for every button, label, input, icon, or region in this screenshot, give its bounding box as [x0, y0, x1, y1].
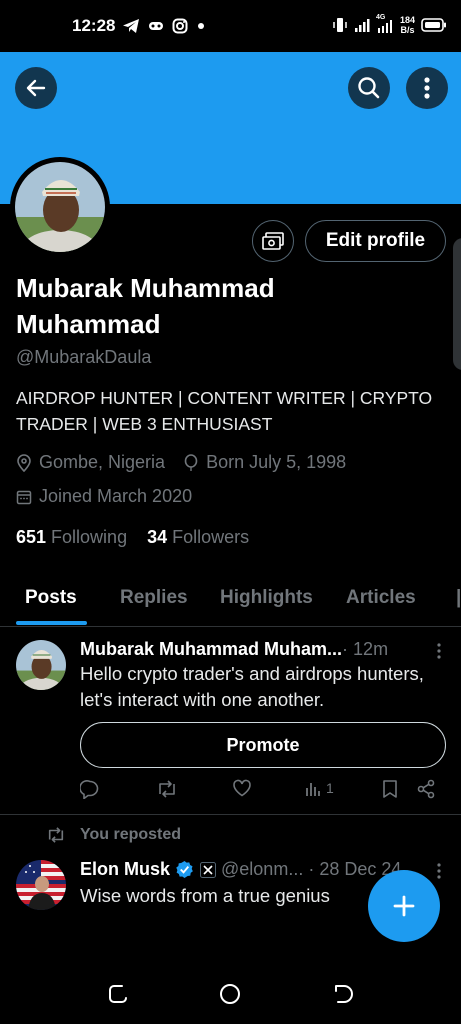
dot-icon — [198, 23, 204, 29]
share-icon — [417, 779, 435, 799]
repost-header: Elon Musk @elonm... · 28 Dec 24 — [80, 859, 401, 880]
post-avatar[interactable] — [16, 640, 66, 690]
balloon-icon — [184, 453, 198, 471]
birthday-item: Born July 5, 1998 — [183, 452, 346, 473]
status-bar: 12:28 4G 184 B/s — [0, 0, 461, 52]
repost-label: You reposted — [80, 826, 182, 843]
bookmark-icon — [383, 780, 397, 798]
repost-button[interactable] — [156, 779, 178, 799]
avatar-photo — [15, 162, 105, 252]
followers-label: Followers — [172, 527, 250, 547]
repost-icon — [48, 827, 64, 843]
more-vertical-icon — [424, 77, 430, 99]
views-button[interactable]: 1 — [305, 779, 334, 797]
arrow-left-icon — [26, 79, 46, 97]
post-divider — [0, 814, 461, 815]
battery-icon — [421, 18, 446, 32]
profile-name: Mubarak Muhammad Muhammad — [16, 273, 275, 339]
repost-handle-time: @elonm... · 28 Dec 24 — [221, 859, 402, 879]
scroll-handle[interactable] — [453, 238, 461, 370]
tab-posts[interactable]: Posts — [25, 587, 77, 609]
post-author[interactable]: Mubarak Muhammad Muham... — [80, 639, 342, 660]
bookmark-button[interactable] — [382, 779, 398, 799]
following-count: 651 — [16, 527, 47, 547]
views-count: 1 — [326, 780, 334, 796]
joined-item: Joined March 2020 — [16, 486, 192, 507]
profile-bio: AIRDROP HUNTER | CONTENT WRITER | CRYPTO… — [16, 388, 433, 434]
recents-icon[interactable] — [106, 982, 130, 1006]
promote-button[interactable]: Promote — [80, 722, 446, 768]
active-tab-indicator — [16, 621, 87, 625]
repost-author-avatar[interactable] — [16, 860, 66, 910]
status-system-icons: 4G 184 B/s — [332, 14, 447, 36]
search-button[interactable] — [348, 67, 390, 109]
money-icon — [262, 232, 284, 250]
back-nav-icon[interactable] — [330, 982, 354, 1006]
tab-highlights[interactable]: Highlights — [220, 587, 313, 609]
repost-more-icon[interactable] — [437, 863, 441, 879]
back-button[interactable] — [15, 67, 57, 109]
status-time: 12:28 — [72, 16, 116, 35]
search-icon — [358, 77, 380, 99]
net-speed: 184 B/s — [400, 15, 415, 35]
instagram-icon — [172, 18, 188, 34]
location-item: Gombe, Nigeria — [16, 452, 165, 473]
views-chart-icon — [306, 783, 320, 796]
profile-tabs: Posts Replies Highlights Articles | — [0, 573, 461, 627]
reply-icon — [80, 780, 99, 799]
following-link[interactable]: 651 Following — [16, 527, 127, 548]
joined-row: Joined March 2020 — [16, 486, 192, 507]
vibrate-icon — [333, 18, 347, 32]
x-affiliate-icon — [200, 861, 217, 878]
profile-meta-row: Gombe, Nigeria Born July 5, 1998 — [16, 452, 346, 473]
verified-badge-icon — [176, 860, 193, 879]
birthday-text: Born July 5, 1998 — [206, 452, 347, 472]
telegram-icon — [123, 19, 139, 33]
following-label: Following — [51, 527, 128, 547]
gamepad-icon — [149, 22, 163, 30]
location-text: Gombe, Nigeria — [39, 452, 166, 472]
post-header: Mubarak Muhammad Muham... · 12m — [80, 639, 388, 660]
profile-handle: @MubarakDaula — [16, 347, 152, 367]
calendar-icon — [16, 490, 32, 504]
plus-icon — [393, 895, 415, 917]
repost-author[interactable]: Elon Musk — [80, 859, 170, 880]
like-button[interactable] — [232, 779, 252, 797]
edit-profile-button[interactable]: Edit profile — [305, 220, 446, 262]
heart-icon — [233, 779, 251, 797]
follow-stats: 651 Following 34 Followers — [16, 527, 249, 548]
joined-text: Joined March 2020 — [39, 486, 193, 506]
compose-button[interactable] — [368, 870, 440, 942]
tips-button[interactable] — [252, 220, 294, 262]
tab-more-cut[interactable]: | — [456, 587, 461, 609]
post-time: · 12m — [342, 639, 389, 659]
tab-articles[interactable]: Articles — [346, 587, 416, 609]
signal-4g-icon: 4G — [376, 14, 394, 34]
net-speed-unit: B/s — [400, 25, 415, 35]
followers-count: 34 — [147, 527, 168, 547]
more-button[interactable] — [406, 67, 448, 109]
home-nav-icon[interactable] — [218, 982, 242, 1006]
status-notification-icons — [122, 16, 206, 36]
post-text: Hello crypto trader's and airdrops hunte… — [80, 663, 424, 710]
tab-replies[interactable]: Replies — [120, 587, 188, 609]
post-actions: 1 — [80, 779, 440, 805]
share-button[interactable] — [416, 779, 436, 799]
repost-icon — [159, 780, 175, 798]
reply-button[interactable] — [80, 779, 100, 799]
signal-icon — [354, 19, 370, 32]
system-nav-bar — [0, 962, 461, 1024]
profile-avatar[interactable] — [10, 157, 110, 257]
post-more-icon[interactable] — [437, 643, 441, 659]
location-pin-icon — [17, 453, 31, 472]
repost-context: You reposted — [46, 826, 181, 844]
followers-link[interactable]: 34 Followers — [147, 527, 249, 548]
net-speed-value: 184 — [399, 15, 415, 25]
